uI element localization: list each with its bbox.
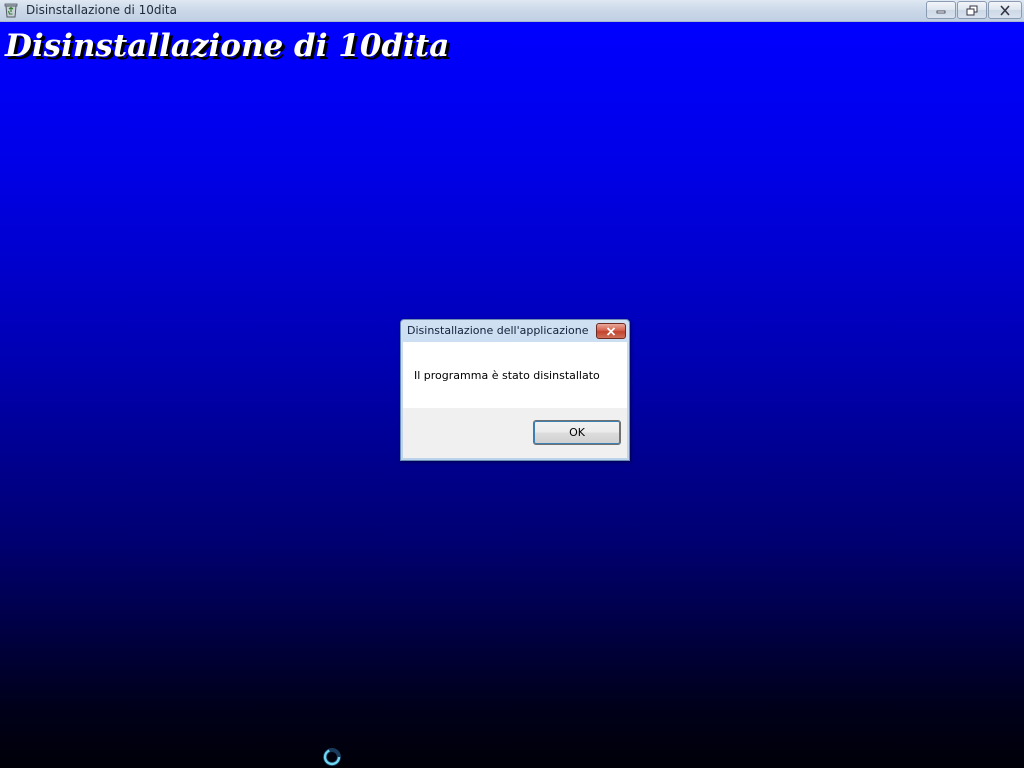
ok-button-label: OK	[569, 426, 585, 439]
dialog-footer: OK	[403, 408, 627, 458]
restore-button[interactable]	[957, 1, 987, 19]
dialog-message: Il programma è stato disinstallato	[414, 369, 600, 382]
minimize-icon	[936, 10, 946, 14]
busy-cursor-icon	[323, 748, 341, 766]
dialog-body: Il programma è stato disinstallato	[403, 342, 627, 408]
window-title: Disinstallazione di 10dita	[26, 3, 177, 17]
uninstaller-window: Disinstallazione di 10dita Disinstallazi…	[0, 0, 1024, 768]
message-dialog: Disinstallazione dell'applicazione Il pr…	[400, 319, 630, 461]
restore-icon	[966, 5, 978, 15]
minimize-button[interactable]	[926, 1, 956, 19]
dialog-title: Disinstallazione dell'applicazione	[407, 324, 589, 337]
dialog-title-bar[interactable]: Disinstallazione dell'applicazione	[401, 320, 629, 342]
close-button[interactable]	[988, 1, 1022, 19]
close-icon	[606, 326, 616, 336]
window-title-bar[interactable]: Disinstallazione di 10dita	[0, 0, 1024, 22]
recycle-bin-icon	[4, 3, 18, 18]
close-icon	[1000, 4, 1010, 16]
dialog-close-button[interactable]	[596, 323, 626, 339]
ok-button[interactable]: OK	[533, 420, 621, 445]
page-title: Disinstallazione di 10dita	[5, 28, 450, 64]
